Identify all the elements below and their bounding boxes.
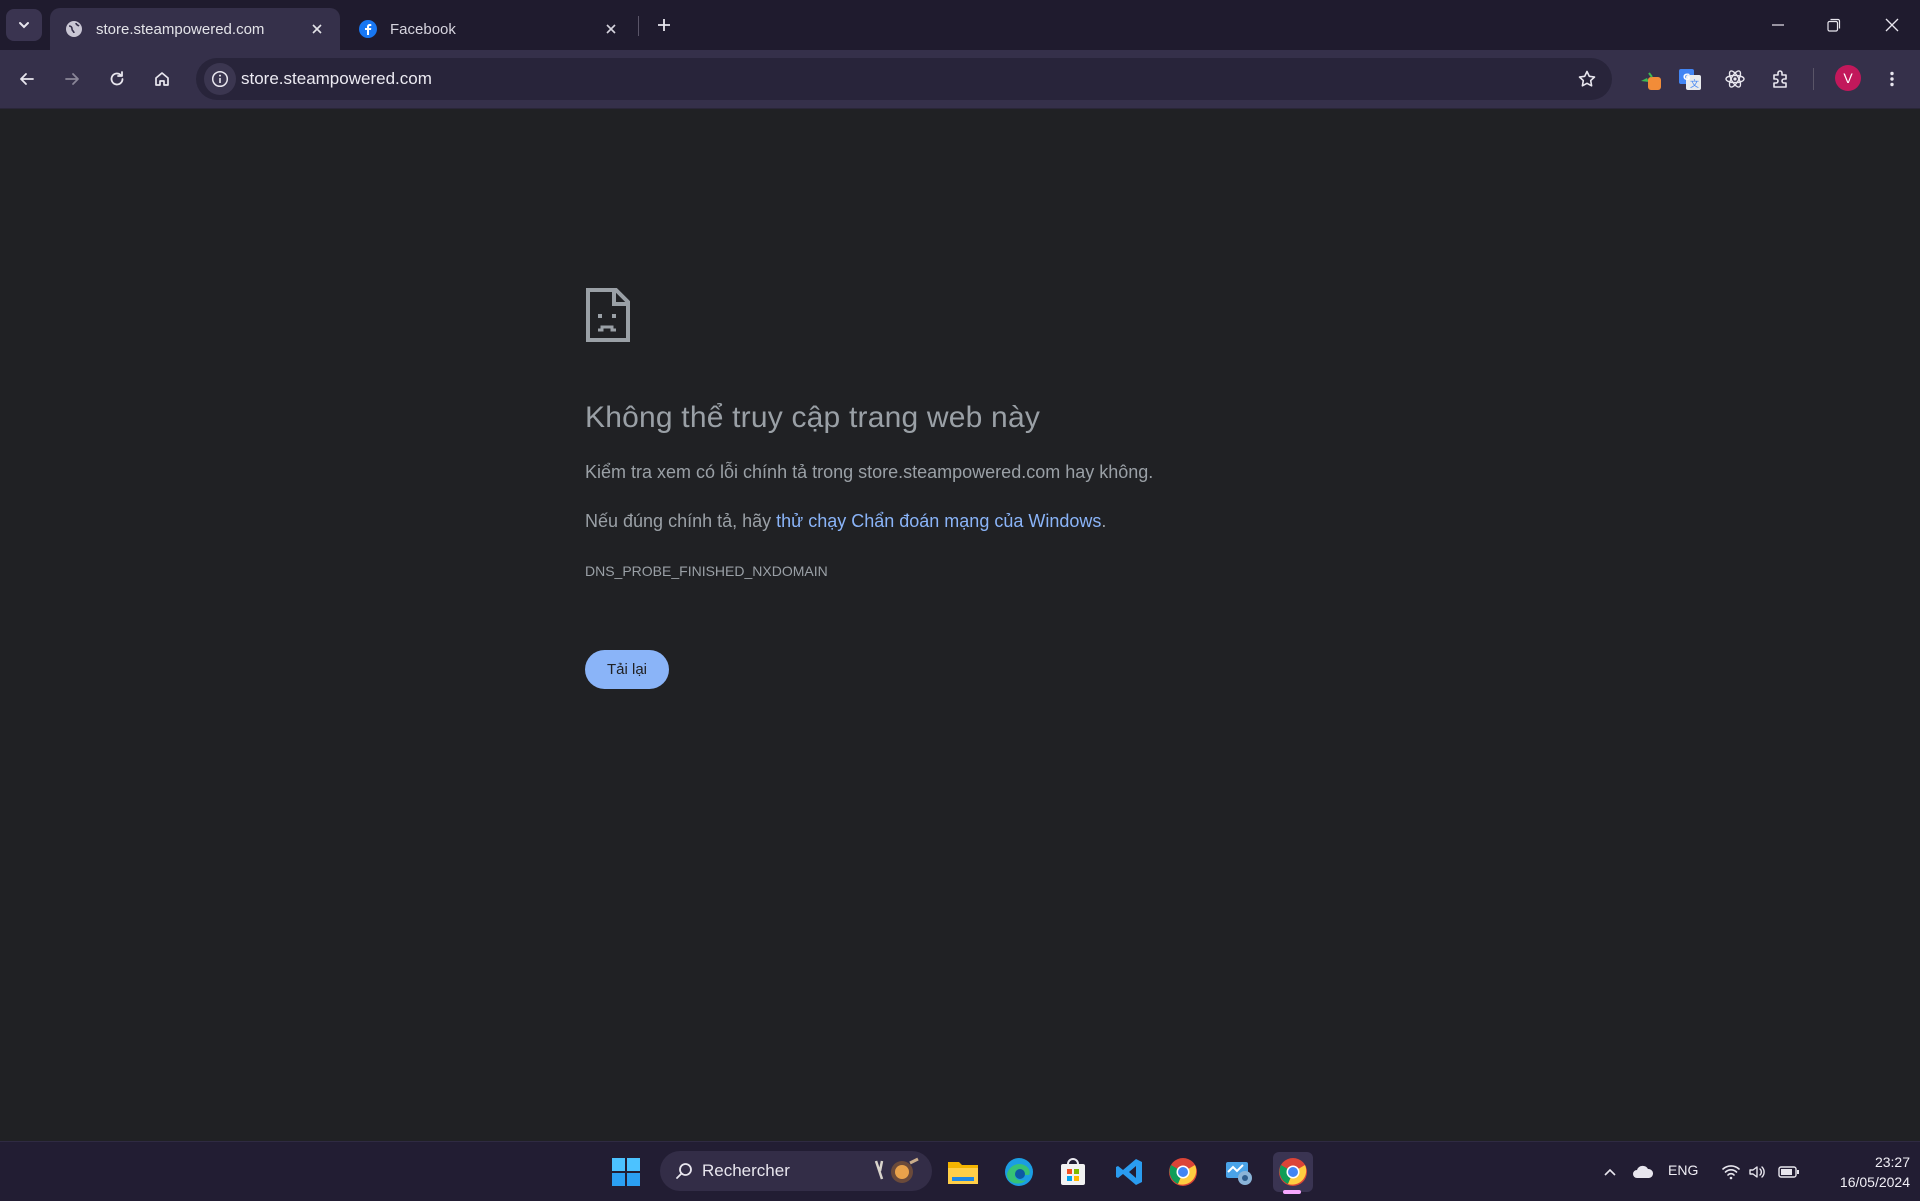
vscode-icon: [1116, 1159, 1142, 1185]
run-diagnostics-link[interactable]: thử chạy Chẩn đoán mạng của Windows: [776, 511, 1101, 531]
error-title: Không thể truy cập trang web này: [585, 401, 1041, 434]
restore-button[interactable]: [1806, 0, 1862, 50]
search-placeholder: Rechercher: [702, 1161, 790, 1180]
search-icon: [676, 1163, 692, 1179]
tab-separator: [638, 16, 639, 36]
chevron-up-icon: [1604, 1168, 1616, 1176]
vscode-button[interactable]: [1109, 1152, 1149, 1192]
tab-strip: store.steampowered.com Facebook: [0, 0, 1920, 50]
close-window-button[interactable]: [1864, 0, 1920, 50]
forward-button[interactable]: [55, 62, 89, 96]
wifi-button[interactable]: [1718, 1142, 1744, 1201]
menu-button[interactable]: [1875, 62, 1909, 96]
error-code: DNS_PROBE_FINISHED_NXDOMAIN: [585, 563, 828, 579]
google-translate-button[interactable]: G文: [1673, 62, 1707, 96]
error-suggestion-diagnostics: Nếu đúng chính tả, hãy thử chạy Chẩn đoá…: [585, 511, 1106, 532]
clock[interactable]: 23:27 16/05/2024: [1810, 1152, 1910, 1192]
folder-icon: [948, 1162, 978, 1184]
chrome-button[interactable]: [1163, 1152, 1203, 1192]
battery-icon: [1778, 1165, 1799, 1178]
toolbar-separator: [1813, 68, 1814, 90]
taskbar-search[interactable]: Rechercher: [660, 1151, 932, 1191]
restore-icon: [1827, 18, 1841, 32]
error-suggestion-spelling: Kiểm tra xem có lỗi chính tả trong store…: [585, 462, 1154, 482]
clock-time: 23:27: [1874, 1154, 1910, 1170]
arrow-left-icon: [20, 73, 34, 85]
minimize-icon: [1772, 24, 1784, 26]
cloud-icon: [1633, 1165, 1654, 1178]
microsoft-store-button[interactable]: [1053, 1152, 1093, 1192]
store-bag-icon: [1061, 1158, 1085, 1185]
home-button[interactable]: [145, 62, 179, 96]
clock-date: 16/05/2024: [1839, 1174, 1910, 1190]
file-explorer-button[interactable]: [943, 1152, 983, 1192]
language-indicator[interactable]: ENG: [1668, 1162, 1698, 1178]
search-highlight-icon: [874, 1157, 919, 1183]
svg-text:文: 文: [1690, 78, 1699, 90]
reload-page-button[interactable]: Tải lại: [585, 650, 669, 689]
more-vertical-icon: [1890, 71, 1894, 87]
edge-icon: [1005, 1158, 1033, 1186]
facebook-icon: [358, 19, 378, 39]
tab-title: store.steampowered.com: [96, 20, 265, 38]
new-tab-button[interactable]: [650, 11, 678, 39]
profile-avatar[interactable]: V: [1835, 65, 1861, 91]
volume-button[interactable]: [1744, 1142, 1770, 1201]
puzzle-icon: [1773, 70, 1787, 88]
reload-button[interactable]: [100, 62, 134, 96]
error-page: Không thể truy cập trang web này Kiểm tr…: [0, 109, 1920, 1141]
chrome-icon: [1279, 1158, 1307, 1186]
diagnostics-suffix: .: [1101, 511, 1107, 531]
arrow-right-icon: [65, 73, 79, 85]
active-app-indicator: [1283, 1190, 1301, 1194]
onedrive-button[interactable]: [1629, 1142, 1657, 1201]
close-icon: [1885, 18, 1899, 32]
tab-title: Facebook: [390, 20, 456, 38]
translate-icon: G文: [1679, 69, 1701, 90]
globe-icon: [64, 19, 84, 39]
back-button[interactable]: [10, 62, 44, 96]
tab-facebook[interactable]: Facebook: [344, 8, 634, 50]
close-icon[interactable]: [600, 18, 622, 40]
edge-button[interactable]: [999, 1152, 1039, 1192]
chrome-active-button[interactable]: [1273, 1152, 1313, 1192]
start-button[interactable]: [606, 1152, 646, 1192]
show-hidden-icons-button[interactable]: [1598, 1142, 1622, 1201]
chrome-icon: [1169, 1158, 1197, 1186]
carrot-extension-icon: [1641, 72, 1661, 90]
url-text[interactable]: store.steampowered.com: [241, 69, 432, 89]
minimize-button[interactable]: [1750, 0, 1806, 50]
tab-search-button[interactable]: [6, 9, 42, 41]
site-info-icon[interactable]: [204, 63, 236, 95]
close-icon[interactable]: [306, 18, 328, 40]
control-panel-button[interactable]: [1219, 1152, 1259, 1192]
sad-document-icon: [586, 288, 630, 342]
bookmark-star-icon[interactable]: [1572, 64, 1602, 94]
diagnostics-prefix: Nếu đúng chính tả, hãy: [585, 511, 777, 531]
battery-button[interactable]: [1776, 1142, 1802, 1201]
plus-icon: [658, 19, 670, 31]
atom-icon: [1725, 70, 1745, 88]
settings-tool-icon: [1226, 1162, 1252, 1185]
chevron-down-icon: [19, 22, 29, 29]
reload-icon: [110, 71, 124, 86]
address-bar[interactable]: store.steampowered.com: [196, 58, 1612, 100]
windows-logo-icon: [612, 1158, 640, 1186]
extension-carrot-button[interactable]: [1633, 62, 1667, 96]
tab-steam[interactable]: store.steampowered.com: [50, 8, 340, 50]
react-devtools-button[interactable]: [1718, 62, 1752, 96]
home-icon: [155, 72, 169, 86]
browser-toolbar: store.steampowered.com G文 V: [0, 50, 1920, 109]
speaker-icon: [1749, 1165, 1765, 1178]
extensions-button[interactable]: [1764, 62, 1798, 96]
wifi-icon: [1722, 1164, 1740, 1179]
windows-taskbar: Rechercher ENG 23:27 16/05/2024: [0, 1141, 1920, 1201]
